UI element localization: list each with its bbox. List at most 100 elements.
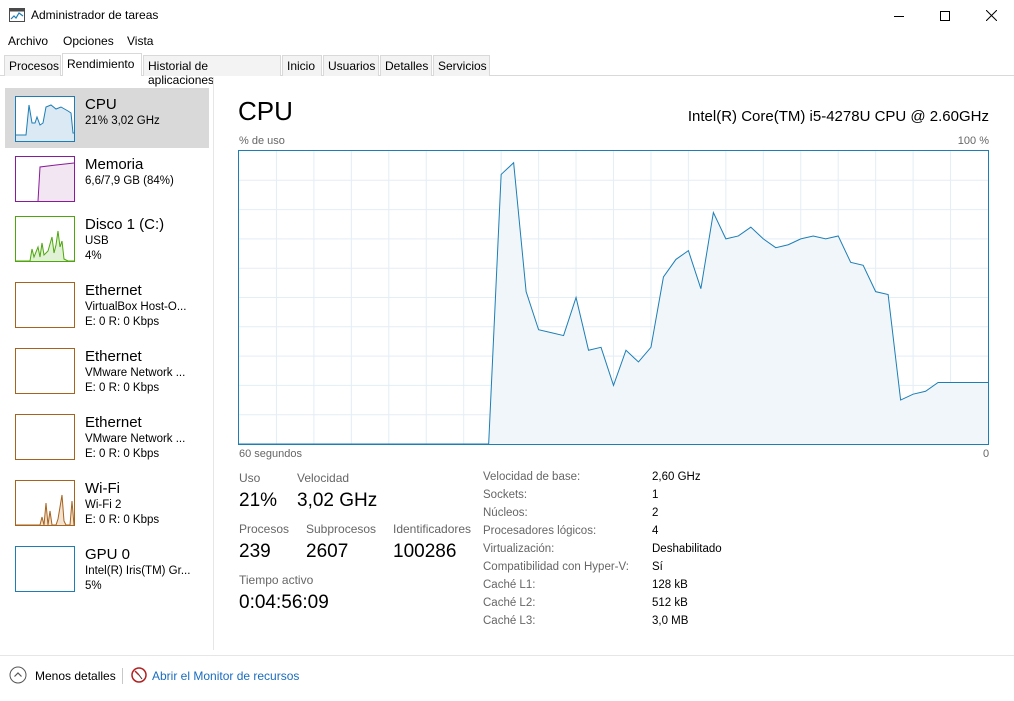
close-icon <box>985 10 997 21</box>
tab-servicios[interactable]: Servicios <box>433 55 490 76</box>
graph-y-max-label: 100 % <box>957 135 989 147</box>
sidebar-item-wifi[interactable]: Wi-Fi Wi-Fi 2 E: 0 R: 0 Kbps <box>5 472 209 532</box>
sockets-value: 1 <box>652 489 659 501</box>
sidebar-item-detail: Intel(R) Iris(TM) Gr... <box>85 565 191 577</box>
gpu-thumbnail <box>15 546 75 592</box>
cores-label: Núcleos: <box>483 507 528 519</box>
task-manager-icon <box>9 8 25 22</box>
processes-label: Procesos <box>239 522 290 536</box>
sidebar-item-title: Wi-Fi <box>85 480 120 497</box>
footer-bar: Menos detalles Abrir el Monitor de recur… <box>0 655 1014 701</box>
cores-value: 2 <box>652 507 659 519</box>
title-bar: Administrador de tareas <box>0 0 1014 31</box>
threads-label: Subprocesos <box>306 522 377 536</box>
page-title: CPU <box>238 96 293 126</box>
tab-detalles[interactable]: Detalles <box>380 55 432 76</box>
l1-cache-value: 128 kB <box>652 579 688 591</box>
resource-monitor-icon[interactable] <box>131 667 147 683</box>
base-speed-value: 2,60 GHz <box>652 471 701 483</box>
sidebar-item-detail: 6,6/7,9 GB (84%) <box>85 175 174 187</box>
cpu-model-name: Intel(R) Core(TM) i5-4278U CPU @ 2.60GHz <box>687 108 989 125</box>
menu-archivo[interactable]: Archivo <box>8 34 48 48</box>
tab-bar: Procesos Rendimiento Historial de aplica… <box>0 53 1014 87</box>
tab-historial[interactable]: Historial de aplicaciones <box>143 55 281 87</box>
threads-value: 2607 <box>306 541 349 562</box>
chevron-up-circle-icon[interactable] <box>9 666 27 684</box>
sidebar-item-title: Memoria <box>85 156 144 173</box>
ethernet-thumbnail <box>15 282 75 328</box>
cpu-usage-graph <box>238 150 989 445</box>
minimize-icon <box>894 15 904 17</box>
performance-sidebar: CPU 21% 3,02 GHz Memoria 6,6/7,9 GB (84%… <box>0 77 214 650</box>
menu-vista[interactable]: Vista <box>127 34 153 48</box>
disk-thumbnail <box>15 216 75 262</box>
graph-y-label: % de uso <box>239 135 285 147</box>
sidebar-item-disco[interactable]: Disco 1 (C:) USB 4% <box>5 208 209 268</box>
graph-time-label: 60 segundos <box>239 448 302 460</box>
wifi-thumbnail <box>15 480 75 526</box>
less-details-button[interactable]: Menos detalles <box>35 669 116 683</box>
virtualization-value: Deshabilitado <box>652 543 722 555</box>
sidebar-item-detail: VMware Network ... <box>85 433 186 445</box>
ethernet-thumbnail <box>15 348 75 394</box>
tab-usuarios[interactable]: Usuarios <box>323 55 379 76</box>
cpu-thumbnail <box>15 96 75 142</box>
menu-opciones[interactable]: Opciones <box>63 34 114 48</box>
handles-value: 100286 <box>393 541 457 562</box>
cpu-usage-chart <box>238 151 989 445</box>
l2-cache-value: 512 kB <box>652 597 688 609</box>
tab-procesos[interactable]: Procesos <box>4 55 61 76</box>
sidebar-item-gpu[interactable]: GPU 0 Intel(R) Iris(TM) Gr... 5% <box>5 538 209 598</box>
tab-inicio[interactable]: Inicio <box>282 55 322 76</box>
uptime-label: Tiempo activo <box>239 573 314 587</box>
sidebar-item-detail: VMware Network ... <box>85 367 186 379</box>
sidebar-item-memoria[interactable]: Memoria 6,6/7,9 GB (84%) <box>5 148 209 208</box>
sidebar-item-detail: Wi-Fi 2 <box>85 499 122 511</box>
processes-value: 239 <box>239 541 271 562</box>
hyperv-value: Sí <box>652 561 663 573</box>
sidebar-item-cpu[interactable]: CPU 21% 3,02 GHz <box>5 88 209 148</box>
usage-label: Uso <box>239 471 261 485</box>
sidebar-item-detail: USB <box>85 235 109 247</box>
sidebar-item-title: Ethernet <box>85 414 142 431</box>
sidebar-item-detail: 21% 3,02 GHz <box>85 115 160 127</box>
tab-rendimiento[interactable]: Rendimiento <box>62 53 142 76</box>
sidebar-item-detail: E: 0 R: 0 Kbps <box>85 448 160 460</box>
sidebar-item-detail: VirtualBox Host-O... <box>85 301 187 313</box>
sockets-label: Sockets: <box>483 489 528 501</box>
speed-value: 3,02 GHz <box>297 490 378 511</box>
base-speed-label: Velocidad de base: <box>483 471 581 483</box>
sidebar-item-detail: 4% <box>85 250 102 262</box>
sidebar-item-title: Disco 1 (C:) <box>85 216 165 233</box>
speed-label: Velocidad <box>297 471 350 485</box>
menu-bar: Archivo Opciones Vista <box>0 31 1014 51</box>
minimize-button[interactable] <box>876 0 922 31</box>
sidebar-item-ethernet-2[interactable]: Ethernet VMware Network ... E: 0 R: 0 Kb… <box>5 340 209 400</box>
footer-divider <box>122 668 123 684</box>
sidebar-item-detail: 5% <box>85 580 102 592</box>
l1-cache-label: Caché L1: <box>483 579 536 591</box>
l3-cache-label: Caché L3: <box>483 615 536 627</box>
sidebar-item-ethernet-1[interactable]: Ethernet VirtualBox Host-O... E: 0 R: 0 … <box>5 274 209 334</box>
l3-cache-value: 3,0 MB <box>652 615 689 627</box>
sidebar-item-title: Ethernet <box>85 348 142 365</box>
sidebar-item-detail: E: 0 R: 0 Kbps <box>85 514 160 526</box>
virtualization-label: Virtualización: <box>483 543 555 555</box>
uptime-value: 0:04:56:09 <box>239 592 329 613</box>
logical-processors-value: 4 <box>652 525 659 537</box>
ethernet-thumbnail <box>15 414 75 460</box>
sidebar-item-ethernet-3[interactable]: Ethernet VMware Network ... E: 0 R: 0 Kb… <box>5 406 209 466</box>
open-resource-monitor-link[interactable]: Abrir el Monitor de recursos <box>152 669 299 683</box>
memory-thumbnail <box>15 156 75 202</box>
maximize-button[interactable] <box>922 0 968 31</box>
graph-zero-label: 0 <box>983 448 990 460</box>
window-title: Administrador de tareas <box>31 8 159 22</box>
handles-label: Identificadores <box>393 522 472 536</box>
sidebar-item-title: Ethernet <box>85 282 142 299</box>
logical-processors-label: Procesadores lógicos: <box>483 525 597 537</box>
sidebar-item-detail: E: 0 R: 0 Kbps <box>85 316 160 328</box>
sidebar-item-detail: E: 0 R: 0 Kbps <box>85 382 160 394</box>
close-button[interactable] <box>968 0 1014 31</box>
maximize-icon <box>940 10 950 21</box>
l2-cache-label: Caché L2: <box>483 597 536 609</box>
